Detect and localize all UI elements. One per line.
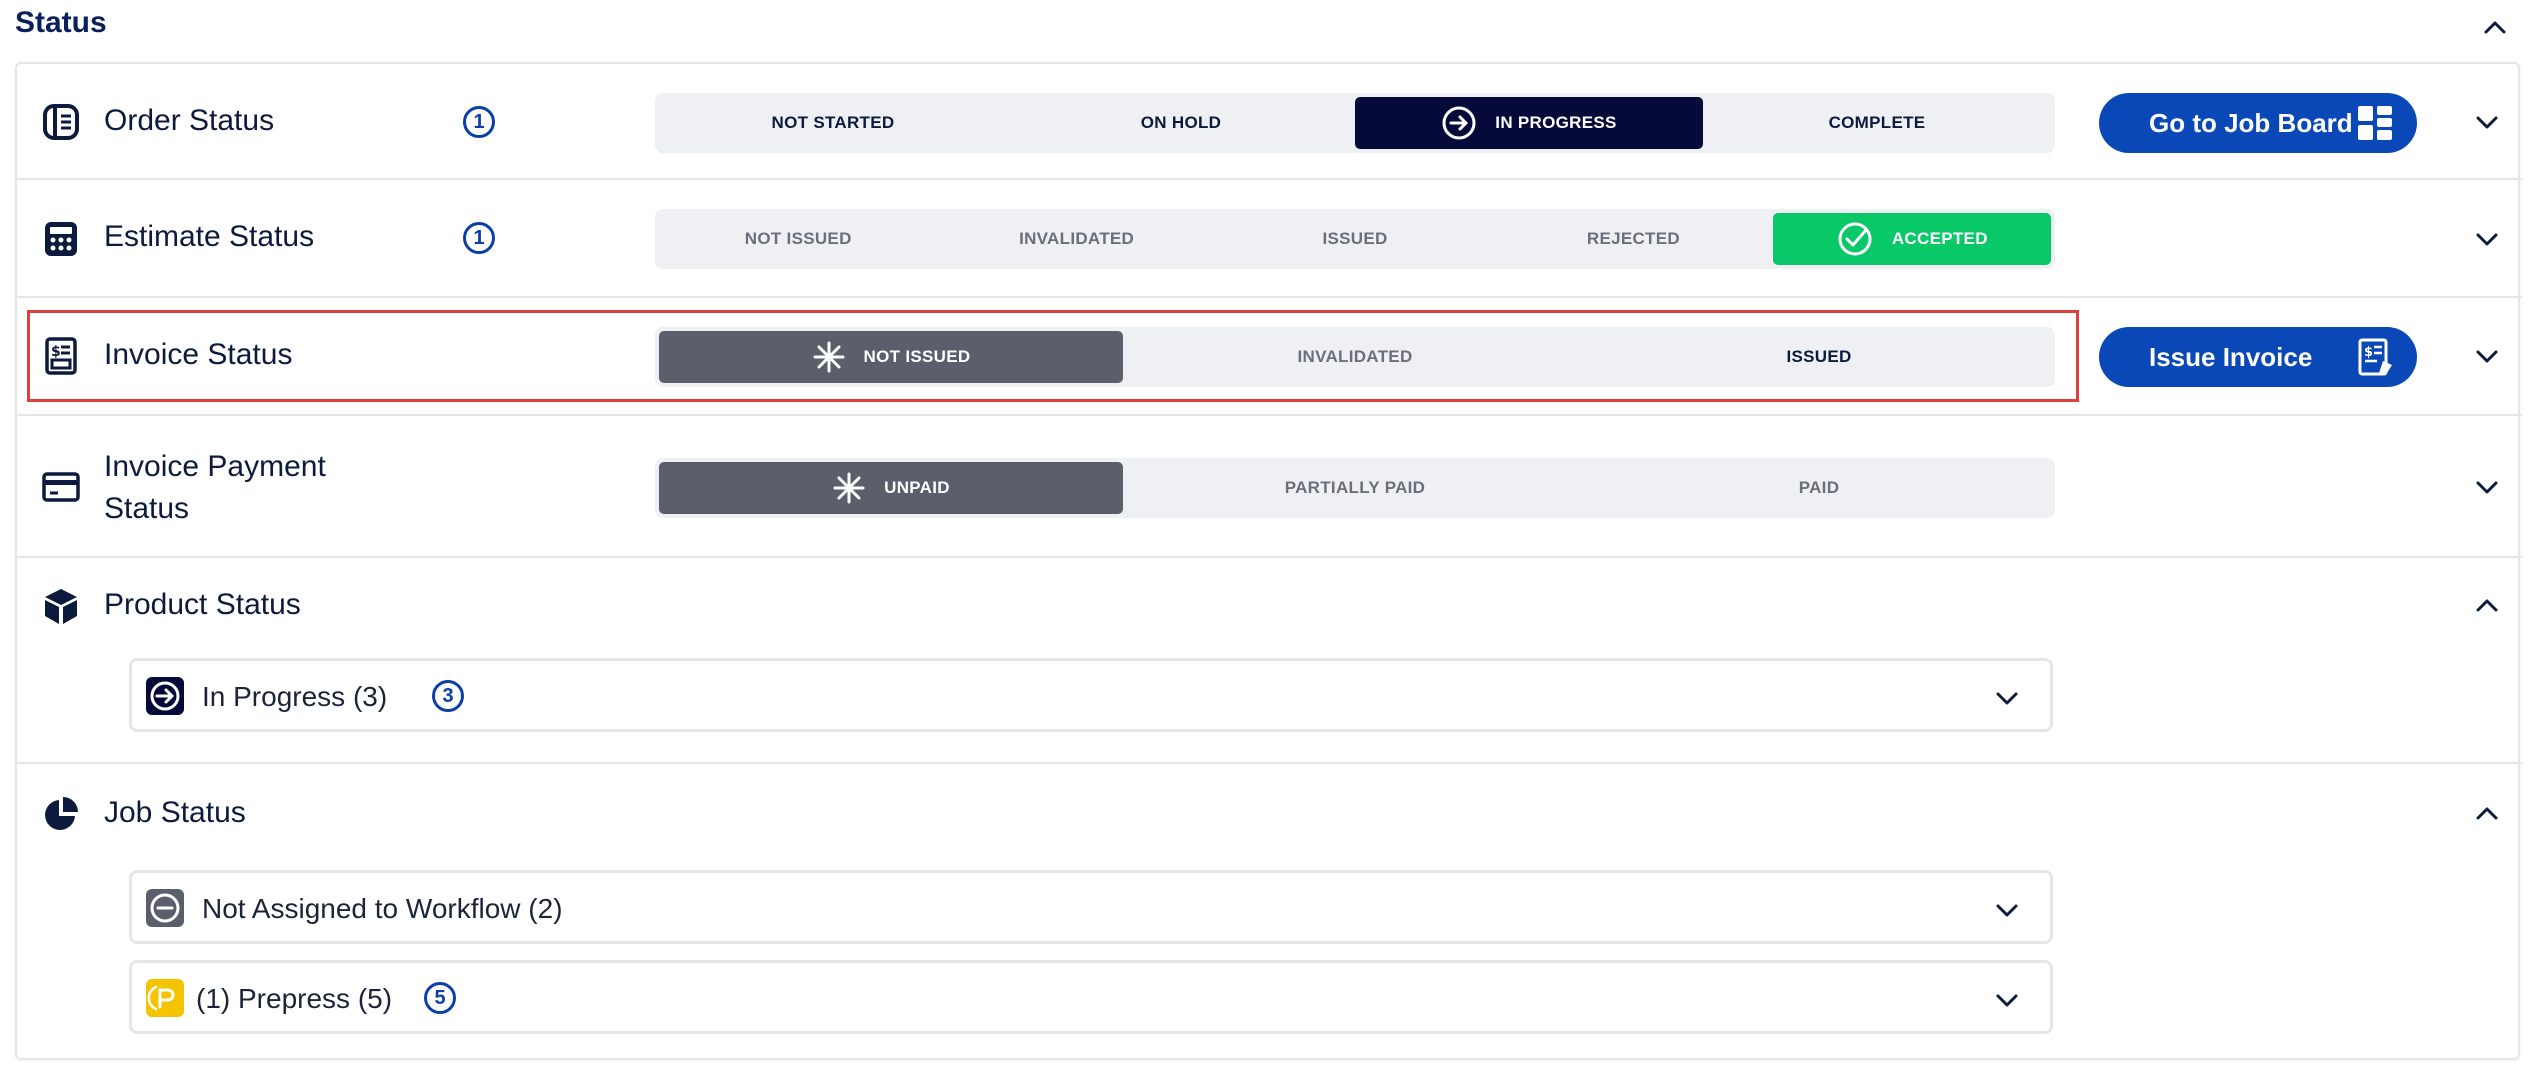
invoice-status-option-label: NOT ISSUED bbox=[863, 347, 971, 366]
credit-card-icon bbox=[42, 472, 80, 502]
job-status-item-not-assigned[interactable]: Not Assigned to Workflow (2) bbox=[129, 870, 2053, 944]
invoice-payment-status-expand-chevron-icon[interactable] bbox=[2472, 472, 2502, 502]
invoice-status-label: Invoice Status bbox=[104, 338, 293, 371]
estimate-status-option-not-issued[interactable]: NOT ISSUED bbox=[659, 213, 937, 265]
job-item-expand-chevron-icon[interactable] bbox=[1992, 985, 2022, 1015]
asterisk-icon bbox=[833, 472, 865, 504]
job-status-item-label: (1) Prepress (5) bbox=[196, 983, 393, 1014]
job-board-icon bbox=[2358, 106, 2392, 140]
invoice-status-segmented-control: NOT ISSUED INVALIDATED ISSUED bbox=[655, 327, 2055, 387]
invoice-payment-status-option-unpaid[interactable]: UNPAID bbox=[659, 462, 1123, 514]
job-status-item-badge: 5 bbox=[424, 982, 456, 1014]
job-status-label: Job Status bbox=[104, 796, 246, 829]
svg-text:$: $ bbox=[2364, 345, 2373, 360]
order-status-segmented-control: NOT STARTED ON HOLD IN PROGRESS COMPLETE bbox=[655, 93, 2055, 153]
invoice-status-option-not-issued[interactable]: NOT ISSUED bbox=[659, 331, 1123, 383]
pie-chart-icon bbox=[45, 797, 78, 830]
estimate-status-expand-chevron-icon[interactable] bbox=[2472, 224, 2502, 254]
product-status-collapse-chevron-icon[interactable] bbox=[2472, 590, 2502, 620]
order-icon bbox=[43, 104, 79, 140]
invoice-status-option-issued[interactable]: ISSUED bbox=[1587, 331, 2051, 383]
estimate-status-segmented-control: NOT ISSUED INVALIDATED ISSUED REJECTED A… bbox=[655, 209, 2055, 269]
order-status-count-badge: 1 bbox=[463, 106, 495, 138]
job-status-item-label: Not Assigned to Workflow (2) bbox=[202, 893, 563, 924]
invoice-payment-status-option-partially-paid[interactable]: PARTIALLY PAID bbox=[1123, 462, 1587, 514]
order-status-option-label: IN PROGRESS bbox=[1495, 113, 1617, 132]
estimate-status-option-label: ACCEPTED bbox=[1891, 229, 1988, 248]
product-status-label: Product Status bbox=[104, 588, 301, 621]
cube-icon bbox=[45, 589, 77, 624]
prepress-icon bbox=[146, 979, 184, 1017]
estimate-status-option-invalidated[interactable]: INVALIDATED bbox=[937, 213, 1215, 265]
invoice-payment-status-label-line1: Invoice Payment bbox=[104, 450, 326, 483]
issue-invoice-label: Issue Invoice bbox=[2149, 341, 2313, 372]
job-status-collapse-chevron-icon[interactable] bbox=[2472, 798, 2502, 828]
estimate-status-row: Estimate Status 1 NOT ISSUED INVALIDATED… bbox=[17, 180, 2522, 298]
calculator-icon bbox=[45, 222, 77, 256]
estimate-status-option-rejected[interactable]: REJECTED bbox=[1494, 213, 1772, 265]
invoice-status-option-invalidated[interactable]: INVALIDATED bbox=[1123, 331, 1587, 383]
svg-text:$: $ bbox=[51, 344, 61, 360]
invoice-status-expand-chevron-icon[interactable] bbox=[2472, 341, 2502, 371]
job-status-item-prepress[interactable]: (1) Prepress (5) 5 bbox=[129, 960, 2053, 1034]
estimate-status-label: Estimate Status bbox=[104, 220, 315, 253]
section-title: Status bbox=[15, 6, 107, 39]
order-status-option-in-progress[interactable]: IN PROGRESS bbox=[1355, 97, 1703, 149]
status-section-header[interactable]: Status bbox=[0, 0, 2529, 50]
invoice-payment-status-option-paid[interactable]: PAID bbox=[1587, 462, 2051, 514]
invoice-payment-status-option-label: UNPAID bbox=[884, 478, 950, 497]
order-status-option-not-started[interactable]: NOT STARTED bbox=[659, 97, 1007, 149]
check-circle-icon bbox=[1838, 222, 1872, 256]
order-status-option-on-hold[interactable]: ON HOLD bbox=[1007, 97, 1355, 149]
go-to-job-board-label: Go to Job Board bbox=[2149, 107, 2353, 138]
invoice-payment-status-label: Invoice Payment Status bbox=[104, 446, 326, 530]
product-item-expand-chevron-icon[interactable] bbox=[1992, 683, 2022, 713]
status-panel: Order Status 1 NOT STARTED ON HOLD IN PR… bbox=[15, 62, 2522, 1060]
invoice-payment-status-label-line2: Status bbox=[104, 492, 190, 525]
order-status-expand-chevron-icon[interactable] bbox=[2472, 107, 2502, 137]
job-item-expand-chevron-icon[interactable] bbox=[1992, 895, 2022, 925]
invoice-icon: $ bbox=[45, 337, 77, 375]
product-status-row: Product Status In Progress (3) 3 bbox=[17, 558, 2522, 764]
issue-invoice-icon: $ bbox=[2358, 338, 2392, 376]
arrow-right-circle-icon bbox=[146, 677, 184, 715]
minus-circle-icon bbox=[146, 889, 184, 927]
invoice-payment-status-segmented-control: UNPAID PARTIALLY PAID PAID bbox=[655, 458, 2055, 518]
order-status-row: Order Status 1 NOT STARTED ON HOLD IN PR… bbox=[17, 64, 2522, 180]
invoice-status-row: $ Invoice Status NOT ISSUED INVALIDATED … bbox=[17, 298, 2522, 416]
estimate-status-count-badge: 1 bbox=[463, 222, 495, 254]
product-status-item-badge: 3 bbox=[432, 680, 464, 712]
job-status-row: Job Status Not Assigned to Workflow (2) … bbox=[17, 764, 2522, 1060]
arrow-right-circle-icon bbox=[1442, 106, 1476, 140]
chevron-up-icon[interactable] bbox=[2480, 12, 2510, 42]
order-status-label: Order Status bbox=[104, 104, 275, 137]
estimate-status-option-issued[interactable]: ISSUED bbox=[1216, 213, 1494, 265]
product-status-item-in-progress[interactable]: In Progress (3) 3 bbox=[129, 658, 2053, 732]
estimate-status-option-accepted[interactable]: ACCEPTED bbox=[1772, 213, 2052, 265]
go-to-job-board-button[interactable]: Go to Job Board bbox=[2099, 93, 2417, 153]
product-status-item-label: In Progress (3) bbox=[202, 681, 388, 712]
invoice-payment-status-row: Invoice Payment Status UNPAID PARTIALLY … bbox=[17, 416, 2522, 558]
asterisk-icon bbox=[813, 341, 845, 373]
order-status-option-complete[interactable]: COMPLETE bbox=[1703, 97, 2051, 149]
issue-invoice-button[interactable]: Issue Invoice $ bbox=[2099, 327, 2417, 387]
